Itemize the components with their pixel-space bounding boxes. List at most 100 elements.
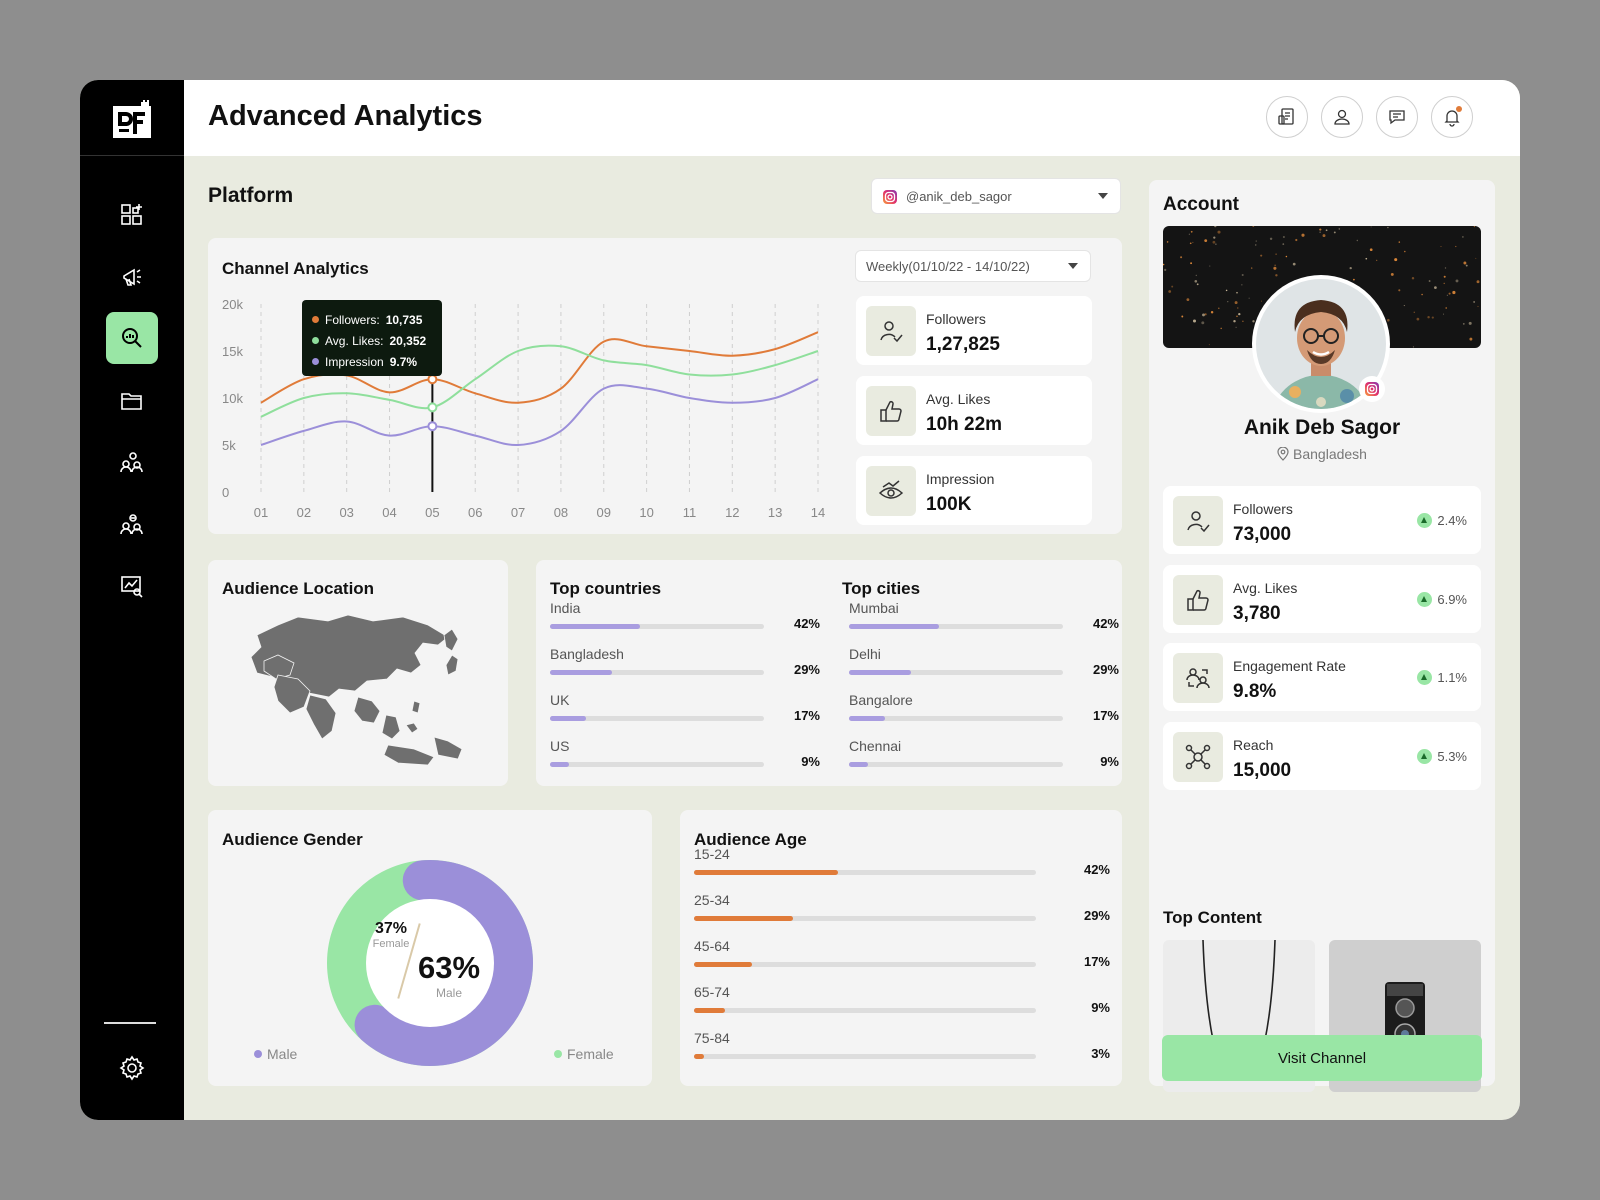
stat-change: 5.3%	[1417, 748, 1467, 764]
bar-fill	[849, 716, 886, 721]
nav-audience[interactable]	[106, 436, 158, 488]
top-cities-title: Top cities	[842, 579, 921, 598]
sparkle	[1220, 327, 1222, 330]
nav-dashboard[interactable]	[106, 188, 158, 240]
account-name: Anik Deb Sagor	[1243, 416, 1401, 439]
sparkle	[1448, 292, 1451, 295]
sparkle	[1301, 233, 1305, 237]
sparkle	[1427, 315, 1430, 319]
stat-label: Avg. Likes	[1233, 579, 1298, 596]
sparkle	[1190, 262, 1193, 265]
legend-dot	[312, 337, 319, 344]
stat-label: Impression	[926, 471, 995, 487]
bar-row: 75-84 3%	[694, 1030, 1110, 1064]
stat-change: 1.1%	[1417, 670, 1467, 685]
instagram-icon	[1365, 382, 1379, 396]
tooltip-likes-value: 20,352	[389, 333, 427, 348]
bar-percent: 3%	[1091, 1046, 1110, 1061]
bar-label: UK	[550, 692, 570, 708]
account-select[interactable]: @anik_deb_sagor	[871, 178, 1121, 214]
engagement-icon	[1186, 668, 1210, 689]
visit-channel-button[interactable]: Visit Channel	[1162, 1035, 1482, 1081]
bar-row: Mumbai 42%	[849, 600, 1119, 634]
sparkle	[1319, 228, 1322, 231]
nav-team[interactable]	[106, 498, 158, 550]
nav-analytics[interactable]	[106, 312, 158, 364]
account-stat-card: Engagement Rate 9.8% 1.1%	[1163, 643, 1481, 711]
nav-settings[interactable]	[106, 1042, 158, 1094]
bar-fill	[694, 916, 794, 921]
bar-percent: 29%	[1083, 908, 1110, 923]
male-label: Male	[435, 986, 462, 1000]
nav-files[interactable]	[106, 374, 158, 426]
date-range-value: Weekly(01/10/22 - 14/10/22)	[866, 258, 1030, 274]
legend-dot	[554, 1050, 562, 1058]
account-location: Bangladesh	[1149, 446, 1495, 462]
brand-logo[interactable]	[111, 100, 153, 140]
sparkle	[1260, 254, 1263, 257]
top-bar: Advanced Analytics	[184, 80, 1520, 156]
chat-button[interactable]	[1376, 96, 1418, 138]
sparkle	[1446, 294, 1448, 296]
analytics-search-icon	[122, 328, 142, 348]
sparkle	[1225, 289, 1228, 292]
stat-change: 2.4%	[1417, 513, 1467, 528]
bar-label: Chennai	[849, 738, 902, 754]
x-tick-label: 13	[768, 505, 782, 520]
notifications-button[interactable]	[1431, 96, 1473, 138]
bar-label: India	[550, 600, 581, 616]
nav-campaigns[interactable]	[106, 250, 158, 302]
sparkle	[1333, 231, 1336, 234]
sparkle	[1412, 346, 1414, 348]
sparkle	[1241, 273, 1244, 277]
sparkle	[1255, 240, 1257, 242]
sparkle	[1212, 240, 1216, 244]
invoice-button[interactable]	[1266, 96, 1308, 138]
audience-location-card: Audience Location	[208, 560, 508, 786]
folder-icon	[121, 393, 142, 410]
female-percent: 37%	[374, 920, 408, 937]
stat-icon-box	[1173, 496, 1223, 546]
stat-value: 1,27,825	[926, 334, 1000, 355]
stat-change: 6.9%	[1417, 591, 1467, 607]
sparkle	[1387, 226, 1389, 229]
sparkle	[1241, 284, 1243, 286]
sparkle	[1325, 229, 1328, 232]
sparkle	[1204, 239, 1208, 243]
bar-fill	[550, 670, 613, 675]
bar-track	[694, 916, 1036, 921]
settings-icon	[119, 1055, 145, 1081]
stat-value: 3,780	[1233, 602, 1281, 624]
sidebar-divider	[80, 155, 184, 156]
sparkle	[1455, 245, 1457, 248]
x-tick-label: 01	[254, 505, 268, 520]
bar-row: UK 17%	[550, 692, 820, 726]
sparkle	[1370, 226, 1372, 228]
bar-row: Chennai 9%	[849, 738, 1119, 772]
page-title: Advanced Analytics	[208, 100, 483, 132]
bar-row: US 9%	[550, 738, 820, 772]
y-tick-label: 0	[222, 485, 229, 500]
sparkle	[1237, 307, 1239, 309]
top-content-title: Top Content	[1163, 908, 1262, 927]
sparkle	[1475, 257, 1477, 259]
sparkle	[1282, 243, 1285, 245]
bar-fill	[550, 624, 640, 629]
sparkle	[1476, 280, 1480, 284]
instagram-badge	[1359, 376, 1385, 402]
bar-label: 15-24	[694, 846, 730, 862]
bar-percent: 9%	[801, 754, 820, 769]
profile-button[interactable]	[1321, 96, 1363, 138]
bar-track	[694, 962, 1036, 967]
top-locations-card: Top countries Top cities India 42% Banglad…	[536, 560, 1122, 786]
sparkle	[1189, 242, 1192, 245]
bar-label: Bangalore	[849, 692, 913, 708]
sparkle	[1292, 262, 1296, 266]
male-share: 63% Male	[416, 950, 482, 1000]
sparkle	[1398, 241, 1401, 243]
megaphone-icon	[123, 268, 141, 286]
date-range-select[interactable]: Weekly(01/10/22 - 14/10/22)	[855, 250, 1091, 282]
sparkle	[1443, 313, 1445, 315]
nav-reports[interactable]	[106, 560, 158, 612]
x-tick-label: 06	[468, 505, 482, 520]
